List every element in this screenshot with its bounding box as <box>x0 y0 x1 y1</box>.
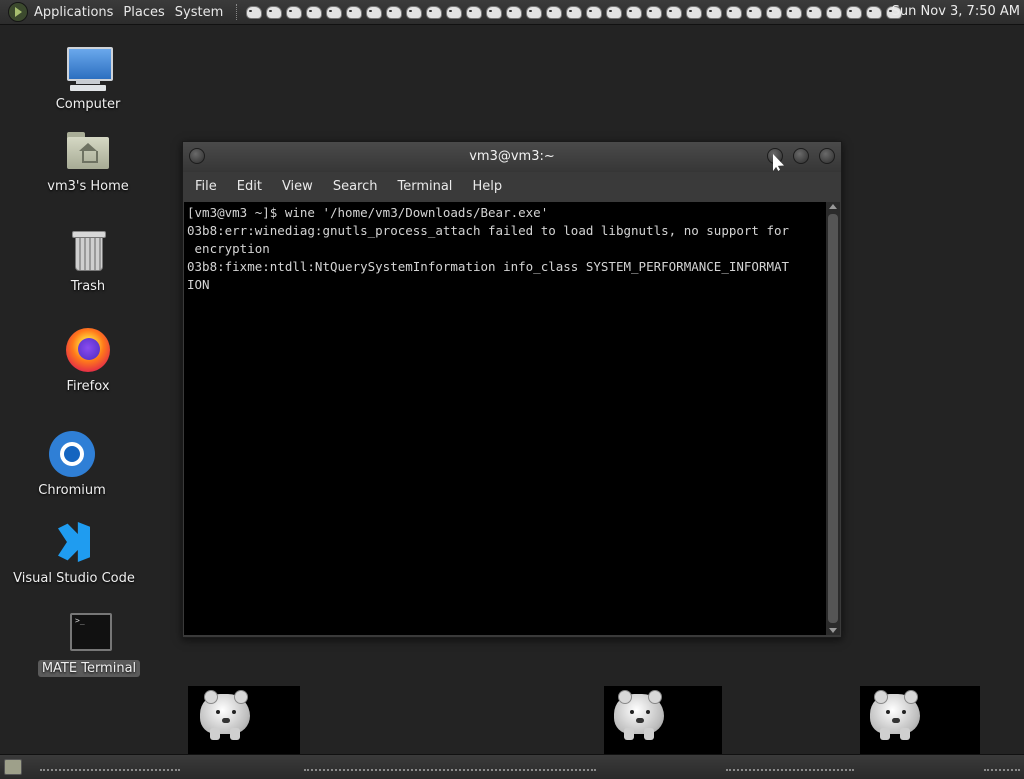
desktop-icon-label: vm3's Home <box>47 179 129 194</box>
polar-bear-icon[interactable] <box>605 4 623 20</box>
polar-bear-icon <box>868 688 924 740</box>
polar-bear-icon[interactable] <box>525 4 543 20</box>
polar-bear-icon[interactable] <box>665 4 683 20</box>
window-list[interactable] <box>40 769 180 773</box>
desktop-icon-label: Chromium <box>38 483 106 498</box>
terminal-output: [vm3@vm3 ~]$ wine '/home/vm3/Downloads/B… <box>187 205 790 292</box>
polar-bear-icon[interactable] <box>865 4 883 20</box>
desktop-icon-label: Visual Studio Code <box>13 571 135 586</box>
polar-bear-icon[interactable] <box>465 4 483 20</box>
terminal-window[interactable]: vm3@vm3:~ File Edit View Search Terminal… <box>182 141 842 638</box>
terminal-icon <box>65 608 113 656</box>
desktop-icon-label: Computer <box>55 97 121 112</box>
polar-bear-icon[interactable] <box>625 4 643 20</box>
polar-bear-icon[interactable] <box>345 4 363 20</box>
polar-bear-icon[interactable] <box>845 4 863 20</box>
desktop-icon-trash[interactable]: Trash <box>52 226 124 295</box>
desktop-icon-firefox[interactable]: Firefox <box>52 326 124 395</box>
show-desktop-icon[interactable] <box>4 759 22 775</box>
computer-icon <box>64 44 113 92</box>
top-panel: Applications Places System Sun Nov 3, 7:… <box>0 0 1024 25</box>
polar-bear-icon[interactable] <box>265 4 283 20</box>
terminal-screen[interactable]: [vm3@vm3 ~]$ wine '/home/vm3/Downloads/B… <box>184 202 826 635</box>
scroll-up-arrow-icon[interactable] <box>829 204 837 209</box>
polar-bear-icon[interactable] <box>445 4 463 20</box>
trash-icon <box>64 226 112 274</box>
terminal-menubar: File Edit View Search Terminal Help <box>183 172 841 200</box>
window-title: vm3@vm3:~ <box>469 149 555 164</box>
desktop-icon-terminal[interactable]: MATE Terminal <box>34 608 144 677</box>
polar-bear-icon[interactable] <box>645 4 663 20</box>
mate-menu-icon[interactable] <box>8 2 28 22</box>
polar-bear-icon[interactable] <box>685 4 703 20</box>
panel-separator <box>236 4 239 20</box>
menu-search[interactable]: Search <box>325 179 386 194</box>
chromium-icon <box>48 430 96 478</box>
bottom-panel <box>0 754 1024 779</box>
polar-bear-icon[interactable] <box>385 4 403 20</box>
desktop-icon-chromium[interactable]: Chromium <box>36 430 108 499</box>
polar-bear-icon <box>612 688 668 740</box>
polar-bear-icon[interactable] <box>765 4 783 20</box>
home-folder-icon <box>64 126 112 174</box>
bear-launcher-strip <box>245 4 903 20</box>
polar-bear-icon[interactable] <box>505 4 523 20</box>
vscode-icon <box>50 518 98 566</box>
desktop-icon-label: Firefox <box>66 379 110 394</box>
window-list[interactable] <box>726 769 854 773</box>
polar-bear-icon[interactable] <box>405 4 423 20</box>
places-menu[interactable]: Places <box>118 5 169 20</box>
polar-bear-icon[interactable] <box>285 4 303 20</box>
polar-bear-icon[interactable] <box>425 4 443 20</box>
polar-bear-icon[interactable] <box>485 4 503 20</box>
system-menu[interactable]: System <box>170 5 228 20</box>
menu-help[interactable]: Help <box>464 179 510 194</box>
menu-file[interactable]: File <box>187 179 225 194</box>
terminal-scrollbar[interactable] <box>826 202 840 635</box>
polar-bear-icon[interactable] <box>545 4 563 20</box>
polar-bear-icon[interactable] <box>585 4 603 20</box>
desktop-icon-computer[interactable]: Computer <box>52 44 124 113</box>
maximize-button[interactable] <box>793 148 809 164</box>
window-titlebar[interactable]: vm3@vm3:~ <box>183 142 841 172</box>
polar-bear-icon <box>198 688 254 740</box>
menu-view[interactable]: View <box>274 179 321 194</box>
firefox-icon <box>64 326 112 374</box>
desktop-icon-label: Trash <box>70 279 106 294</box>
desktop-icon-label: MATE Terminal <box>37 660 141 677</box>
polar-bear-icon[interactable] <box>785 4 803 20</box>
polar-bear-icon[interactable] <box>365 4 383 20</box>
desktop-icon-home[interactable]: vm3's Home <box>44 126 132 195</box>
scroll-down-arrow-icon[interactable] <box>829 628 837 633</box>
polar-bear-icon[interactable] <box>825 4 843 20</box>
polar-bear-icon[interactable] <box>325 4 343 20</box>
polar-bear-icon[interactable] <box>805 4 823 20</box>
polar-bear-icon[interactable] <box>245 4 263 20</box>
polar-bear-icon[interactable] <box>305 4 323 20</box>
polar-bear-icon[interactable] <box>725 4 743 20</box>
polar-bear-icon[interactable] <box>745 4 763 20</box>
window-list[interactable] <box>984 769 1020 773</box>
menu-edit[interactable]: Edit <box>229 179 270 194</box>
scroll-thumb[interactable] <box>828 214 838 623</box>
clock[interactable]: Sun Nov 3, 7:50 AM <box>892 4 1020 19</box>
desktop-icon-vscode[interactable]: Visual Studio Code <box>13 518 135 587</box>
close-button[interactable] <box>819 148 835 164</box>
menu-terminal[interactable]: Terminal <box>389 179 460 194</box>
applications-menu[interactable]: Applications <box>32 5 118 20</box>
polar-bear-icon[interactable] <box>565 4 583 20</box>
window-list[interactable] <box>304 769 596 773</box>
polar-bear-icon[interactable] <box>705 4 723 20</box>
